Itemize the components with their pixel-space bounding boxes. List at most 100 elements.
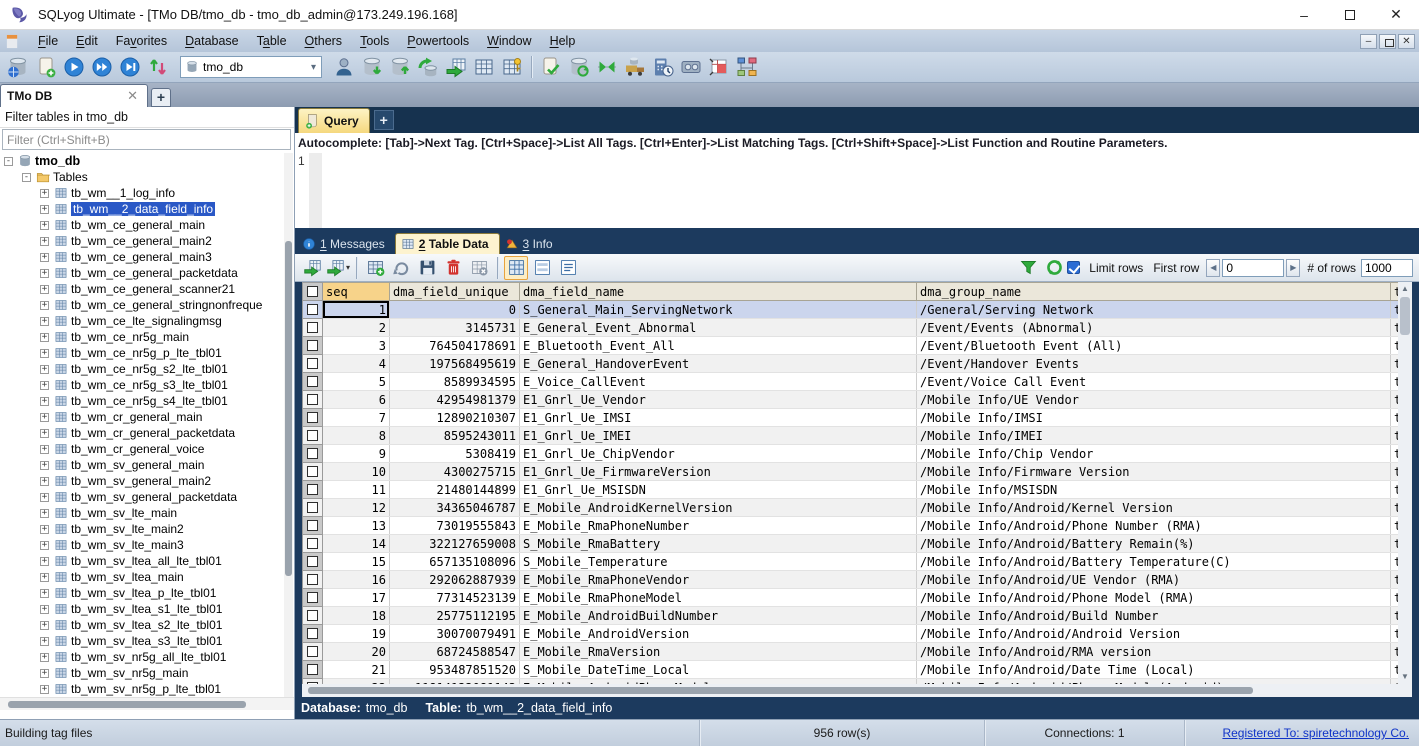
row-checkbox[interactable]: [307, 484, 318, 495]
row-selector[interactable]: [303, 589, 323, 607]
refresh-data-icon[interactable]: [389, 256, 413, 280]
cell-dma-field-unique[interactable]: 30070079491: [390, 625, 520, 643]
cell-dma-field-name[interactable]: E1_Gnrl_Ue_FirmwareVersion: [520, 463, 917, 481]
tree-table-tb_wm_sv_ltea_all_lte_tbl01[interactable]: +tb_wm_sv_ltea_all_lte_tbl01: [0, 553, 294, 569]
result-tab-info[interactable]: 3 Info: [500, 233, 563, 254]
tree-table-tb_wm_sv_ltea_s2_lte_tbl01[interactable]: +tb_wm_sv_ltea_s2_lte_tbl01: [0, 617, 294, 633]
menu-database[interactable]: Database: [176, 32, 248, 50]
cell-dma-field-unique[interactable]: 292062887939: [390, 571, 520, 589]
row-checkbox[interactable]: [307, 664, 318, 675]
expand-icon[interactable]: +: [40, 269, 49, 278]
column-header-t[interactable]: t: [1391, 283, 1399, 301]
cell-dma-group-name[interactable]: /Mobile Info/Android/Battery Remain(%): [917, 535, 1391, 553]
refresh-object-browser-icon[interactable]: [145, 54, 171, 80]
grid-hscroll-thumb[interactable]: [308, 687, 1253, 694]
cell-dma-group-name[interactable]: /Mobile Info/UE Vendor: [917, 391, 1391, 409]
tree-table-tb_wm_sv_nr5g_p_lte_tbl01[interactable]: +tb_wm_sv_nr5g_p_lte_tbl01: [0, 681, 294, 697]
cell-dma-field-unique[interactable]: 34365046787: [390, 499, 520, 517]
cell-truncated[interactable]: t: [1391, 427, 1399, 445]
cell-dma-group-name[interactable]: /Mobile Info/Android/Phone Number (RMA): [917, 517, 1391, 535]
tree-table-tb_wm_ce_lte_signalingmsg[interactable]: +tb_wm_ce_lte_signalingmsg: [0, 313, 294, 329]
expand-icon[interactable]: +: [40, 557, 49, 566]
cell-dma-field-name[interactable]: E_Mobile_RmaPhoneNumber: [520, 517, 917, 535]
query-builder-icon[interactable]: [734, 54, 760, 80]
tree-folder-tables[interactable]: -Tables: [0, 169, 294, 185]
cell-truncated[interactable]: t: [1391, 481, 1399, 499]
row-checkbox[interactable]: [307, 502, 318, 513]
cell-truncated[interactable]: t: [1391, 643, 1399, 661]
tree-table-tb_wm_ce_general_main2[interactable]: +tb_wm_ce_general_main2: [0, 233, 294, 249]
cell-dma-field-name[interactable]: E1_Gnrl_Ue_ChipVendor: [520, 445, 917, 463]
cell-dma-field-name[interactable]: E_Mobile_AndroidVersion: [520, 625, 917, 643]
menu-tools[interactable]: Tools: [351, 32, 398, 50]
sql-editor[interactable]: 1: [295, 153, 1419, 228]
cell-dma-field-unique[interactable]: 73019555843: [390, 517, 520, 535]
tree-table-tb_wm_sv_lte_main[interactable]: +tb_wm_sv_lte_main: [0, 505, 294, 521]
cell-dma-field-unique[interactable]: 3145731: [390, 319, 520, 337]
cell-seq[interactable]: 1: [323, 301, 390, 319]
text-view-icon[interactable]: [556, 256, 580, 280]
cell-dma-field-unique[interactable]: 25775112195: [390, 607, 520, 625]
tree-table-tb_wm_sv_nr5g_main[interactable]: +tb_wm_sv_nr5g_main: [0, 665, 294, 681]
tree-table-tb_wm_ce_general_main[interactable]: +tb_wm_ce_general_main: [0, 217, 294, 233]
cell-seq[interactable]: 7: [323, 409, 390, 427]
tree-table-tb_wm_ce_nr5g_s4_lte_tbl01[interactable]: +tb_wm_ce_nr5g_s4_lte_tbl01: [0, 393, 294, 409]
row-checkbox[interactable]: [307, 538, 318, 549]
cell-dma-field-name[interactable]: S_Mobile_RmaBattery: [520, 535, 917, 553]
grid-vertical-scrollbar[interactable]: ▲ ▼: [1398, 282, 1412, 684]
row-checkbox[interactable]: [307, 556, 318, 567]
cell-dma-group-name[interactable]: /Event/Bluetooth Event (All): [917, 337, 1391, 355]
delete-row-icon[interactable]: [441, 256, 465, 280]
row-selector[interactable]: [303, 625, 323, 643]
restore-database-icon[interactable]: [387, 54, 413, 80]
cell-dma-field-unique[interactable]: 21480144899: [390, 481, 520, 499]
export-data-icon[interactable]: [300, 256, 324, 280]
cell-truncated[interactable]: t: [1391, 535, 1399, 553]
new-query-tab-button[interactable]: +: [374, 110, 394, 130]
cell-dma-field-name[interactable]: E_Bluetooth_Event_All: [520, 337, 917, 355]
tree-table-tb_wm_sv_general_main2[interactable]: +tb_wm_sv_general_main2: [0, 473, 294, 489]
row-selector[interactable]: [303, 319, 323, 337]
result-tab-messages[interactable]: 1 Messages: [297, 233, 395, 254]
menu-favorites[interactable]: Favorites: [107, 32, 176, 50]
expand-icon[interactable]: +: [40, 333, 49, 342]
cell-dma-field-unique[interactable]: 4300275715: [390, 463, 520, 481]
cell-dma-field-name[interactable]: E_Mobile_RmaPhoneVendor: [520, 571, 917, 589]
cell-seq[interactable]: 14: [323, 535, 390, 553]
first-row-increment-button[interactable]: ▶: [1286, 259, 1300, 277]
manage-users-icon[interactable]: [331, 54, 357, 80]
expand-icon[interactable]: +: [40, 477, 49, 486]
row-selector[interactable]: [303, 301, 323, 319]
cell-dma-field-name[interactable]: E_Mobile_AndroidBuildNumber: [520, 607, 917, 625]
cell-dma-field-name[interactable]: E1_Gnrl_Ue_IMSI: [520, 409, 917, 427]
row-selector[interactable]: [303, 463, 323, 481]
cell-dma-group-name[interactable]: /Mobile Info/Chip Vendor: [917, 445, 1391, 463]
cell-truncated[interactable]: t: [1391, 517, 1399, 535]
filter-tables-input[interactable]: [2, 129, 291, 150]
cell-dma-group-name[interactable]: /Mobile Info/Android/Date Time (Local): [917, 661, 1391, 679]
insert-row-icon[interactable]: [363, 256, 387, 280]
cell-dma-field-name[interactable]: E_Mobile_RmaVersion: [520, 643, 917, 661]
tree-table-tb_wm_sv_lte_main2[interactable]: +tb_wm_sv_lte_main2: [0, 521, 294, 537]
row-checkbox[interactable]: [307, 340, 318, 351]
cell-dma-group-name[interactable]: /Event/Events (Abnormal): [917, 319, 1391, 337]
cell-truncated[interactable]: t: [1391, 625, 1399, 643]
cell-truncated[interactable]: t: [1391, 373, 1399, 391]
expand-icon[interactable]: +: [40, 381, 49, 390]
row-checkbox[interactable]: [307, 412, 318, 423]
tree-table-tb_wm_ce_general_main3[interactable]: +tb_wm_ce_general_main3: [0, 249, 294, 265]
tree-table-tb_wm_ce_nr5g_s2_lte_tbl01[interactable]: +tb_wm_ce_nr5g_s2_lte_tbl01: [0, 361, 294, 377]
tree-table-tb_wm_sv_ltea_main[interactable]: +tb_wm_sv_ltea_main: [0, 569, 294, 585]
expand-icon[interactable]: +: [40, 605, 49, 614]
row-selector[interactable]: [303, 481, 323, 499]
sidebar-hscroll-thumb[interactable]: [8, 701, 246, 708]
cell-seq[interactable]: 3: [323, 337, 390, 355]
expand-icon[interactable]: +: [40, 525, 49, 534]
tree-table-tb_wm_ce_nr5g_p_lte_tbl01[interactable]: +tb_wm_ce_nr5g_p_lte_tbl01: [0, 345, 294, 361]
visual-data-compare-icon[interactable]: [594, 54, 620, 80]
row-selector[interactable]: [303, 427, 323, 445]
relationships-icon[interactable]: [499, 54, 525, 80]
connection-tab-tmo-db[interactable]: TMo DB ✕: [0, 84, 148, 107]
expand-icon[interactable]: +: [40, 429, 49, 438]
tree-table-tb_wm_sv_nr5g_all_lte_tbl01[interactable]: +tb_wm_sv_nr5g_all_lte_tbl01: [0, 649, 294, 665]
